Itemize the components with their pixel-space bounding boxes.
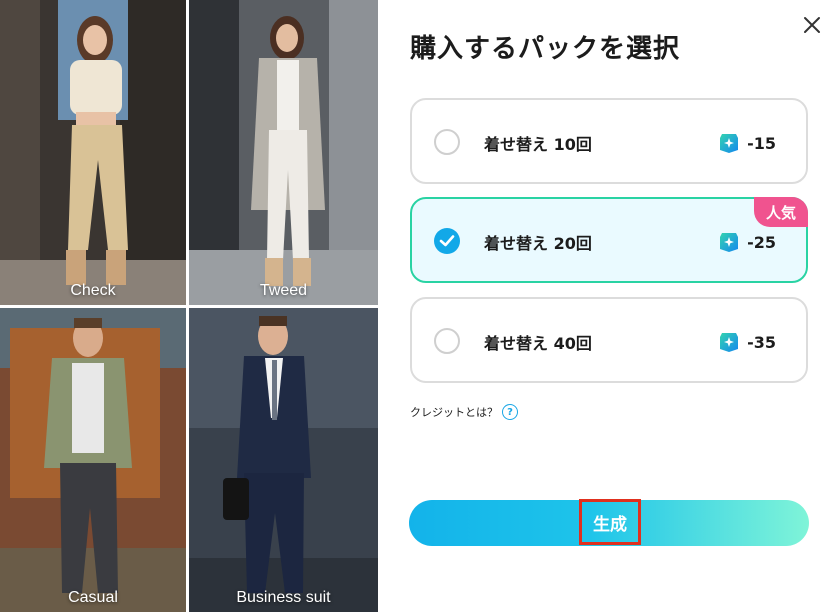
credit-value: -35 [747,332,776,352]
outfit-tile-tweed[interactable]: Tweed [189,0,378,305]
credit-value: -15 [747,133,776,153]
tile-caption: Casual [68,589,118,606]
pack-option-10[interactable]: 着せ替え 10回 -15 [410,98,808,184]
credit-gem-icon [720,333,739,352]
outfit-gallery: Check Tweed Casual Business suit [0,0,378,612]
radio-button-checked[interactable] [434,228,460,254]
radio-button[interactable] [434,328,460,354]
tile-caption: Tweed [259,282,308,299]
radio-button[interactable] [434,129,460,155]
dialog-title: 購入するパックを選択 [410,34,681,64]
credit-cost: -35 [719,331,776,353]
tile-caption: Check [70,282,116,299]
check-icon [439,235,455,247]
credit-help[interactable]: クレジットとは？ ? [410,404,518,420]
close-icon [804,17,820,33]
pack-label: 着せ替え 10回 [484,135,592,154]
pack-option-40[interactable]: 着せ替え 40回 -35 [410,297,808,383]
pack-label: 着せ替え 40回 [484,334,592,353]
credit-gem-icon [720,134,739,153]
close-button[interactable] [799,12,825,38]
casual-outfit-image [0,308,186,612]
outfit-tile-check[interactable]: Check [0,0,186,305]
tile-caption: Business suit [236,589,331,606]
credit-cost: -25 [719,231,776,253]
outfit-tile-business-suit[interactable]: Business suit [189,308,378,612]
generate-button-label: 生成 [579,499,641,545]
popular-badge: 人気 [753,197,808,227]
tweed-outfit-image [189,0,378,305]
pack-option-20[interactable]: 人気 着せ替え 20回 -25 [410,197,808,283]
question-icon[interactable]: ? [502,404,518,420]
credit-value: -25 [747,232,776,252]
pack-label: 着せ替え 20回 [484,234,592,253]
credit-cost: -15 [719,132,776,154]
check-outfit-image [0,0,186,305]
generate-button[interactable]: 生成 [409,499,809,546]
business-suit-outfit-image [189,308,378,612]
outfit-tile-casual[interactable]: Casual [0,308,186,612]
credit-help-text: クレジットとは？ [410,406,498,419]
credit-gem-icon [720,233,739,252]
